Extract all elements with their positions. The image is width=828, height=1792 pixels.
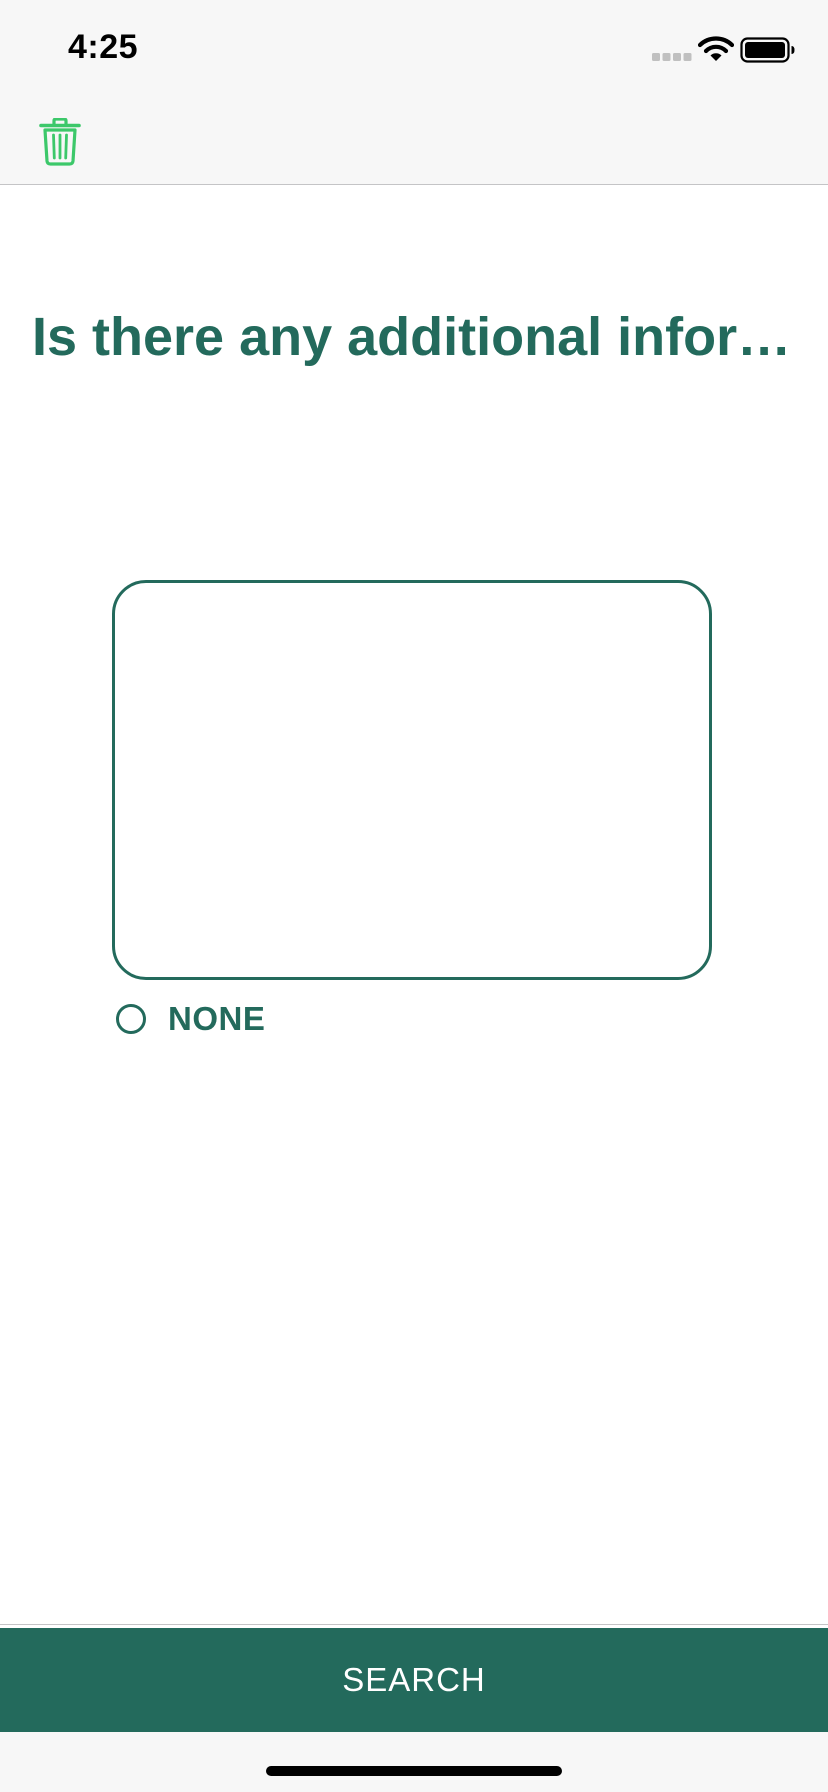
home-indicator-area xyxy=(0,1732,828,1792)
wifi-icon xyxy=(698,36,734,61)
home-indicator[interactable] xyxy=(266,1766,562,1776)
signal-icon xyxy=(652,53,692,61)
trash-icon xyxy=(39,118,81,166)
question-title: Is there any additional information xyxy=(32,307,828,367)
status-bar: 4:25 xyxy=(0,0,828,100)
none-option[interactable]: NONE xyxy=(116,998,265,1040)
status-time: 4:25 xyxy=(68,28,139,66)
none-option-label: NONE xyxy=(168,1000,266,1037)
search-button[interactable]: SEARCH xyxy=(0,1628,828,1732)
delete-button[interactable] xyxy=(38,118,82,166)
nav-bar xyxy=(0,100,828,185)
battery-icon xyxy=(740,37,795,63)
bottom-divider xyxy=(0,1624,828,1625)
none-radio-button[interactable] xyxy=(116,1004,146,1034)
additional-info-input[interactable] xyxy=(112,580,712,980)
